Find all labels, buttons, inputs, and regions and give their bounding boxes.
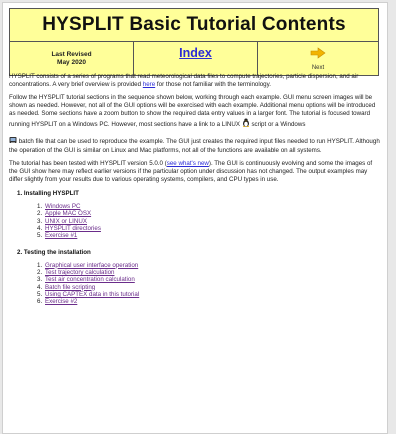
section-title: 1. Installing HYSPLIT xyxy=(17,190,79,198)
header-table: HYSPLIT Basic Tutorial Contents Last Rev… xyxy=(9,8,379,76)
overview-link[interactable]: here xyxy=(143,81,155,88)
follow-text: Follow the HYSPLIT tutorial sections in … xyxy=(9,94,376,129)
list-item: 6. Exercise #2 xyxy=(37,298,78,306)
main-content: HYSPLIT consists of a series of programs… xyxy=(9,73,381,305)
title-cell: HYSPLIT Basic Tutorial Contents xyxy=(9,8,379,42)
section-list: 1. Windows PC 2. Apple MAC OSX 3. UNIX or L… xyxy=(17,203,381,239)
section-title: 2. Testing the installation xyxy=(17,248,91,256)
list-item: 5. Exercise #1 xyxy=(37,232,78,240)
list-item: 4. HYSPLIT directories xyxy=(37,225,101,233)
last-revised-date: May 2020 xyxy=(57,58,86,66)
toc-link[interactable]: HYSPLIT directories xyxy=(45,225,101,232)
list-item: 1. Windows PC xyxy=(37,203,81,211)
toc-link[interactable]: Using CAPTEX data in this tutorial xyxy=(45,291,139,298)
whats-new-link[interactable]: see what's new xyxy=(167,160,209,167)
last-revised-label: Last Revised xyxy=(51,50,92,58)
windows-batch-icon[interactable] xyxy=(9,136,17,147)
list-item: 2. Test trajectory calculation xyxy=(37,269,115,276)
version-text: The tutorial has been tested with HYSPLI… xyxy=(9,159,167,167)
toc-link[interactable]: Exercise #1 xyxy=(45,232,77,239)
next-cell[interactable]: Next xyxy=(257,41,379,76)
toc-link[interactable]: Batch file scripting xyxy=(45,284,95,291)
version-paragraph: The tutorial has been tested with HYSPLI… xyxy=(9,160,381,184)
list-item: 4. Batch file scripting xyxy=(37,283,96,291)
toc-link[interactable]: UNIX or LINUX xyxy=(45,218,87,225)
last-revised-cell: Last Revised May 2020 xyxy=(9,41,134,76)
toc-link[interactable]: Apple MAC OSX xyxy=(45,210,91,217)
tutorial-page: HYSPLIT Basic Tutorial Contents Last Rev… xyxy=(2,2,388,434)
list-item: 3. Test air concentration calculation xyxy=(37,276,135,284)
list-item: 2. Apple MAC OSX xyxy=(37,210,92,218)
next-label[interactable]: Next xyxy=(312,65,324,71)
toc-link[interactable]: Exercise #2 xyxy=(45,298,77,305)
right-arrow-icon[interactable] xyxy=(310,46,326,64)
index-link[interactable]: Index xyxy=(179,46,212,60)
toc-link[interactable]: Test trajectory calculation xyxy=(45,269,114,276)
list-item: 5. Using CAPTEX data in this tutorial xyxy=(37,290,140,298)
linux-penguin-icon[interactable] xyxy=(242,118,250,130)
section-installing: 1. Installing HYSPLIT 1. Windows PC 2. App… xyxy=(17,190,381,240)
toc-link[interactable]: Graphical user interface operation xyxy=(45,262,138,269)
list-item: 1. Graphical user interface operation xyxy=(37,261,139,269)
batch-paragraph: batch file that can be used to reproduce… xyxy=(9,136,381,155)
index-cell: Index xyxy=(133,41,258,76)
page-title: HYSPLIT Basic Tutorial Contents xyxy=(42,14,346,35)
follow-paragraph: Follow the HYSPLIT tutorial sections in … xyxy=(9,94,381,130)
follow-text-end: script or a Windows xyxy=(249,121,306,129)
section-list: 1. Graphical user interface operation 2. T… xyxy=(17,262,381,306)
intro-text-end: for those not familiar with the terminol… xyxy=(155,81,271,89)
batch-text: batch file that can be used to reproduce… xyxy=(9,137,380,154)
toc-link[interactable]: Test air concentration calculation xyxy=(45,276,135,283)
toc-link[interactable]: Windows PC xyxy=(45,203,80,210)
section-testing: 2. Testing the installation 1. Graphical … xyxy=(17,249,381,306)
list-item: 3. UNIX or LINUX xyxy=(37,217,87,225)
intro-paragraph: HYSPLIT consists of a series of programs… xyxy=(9,73,381,89)
